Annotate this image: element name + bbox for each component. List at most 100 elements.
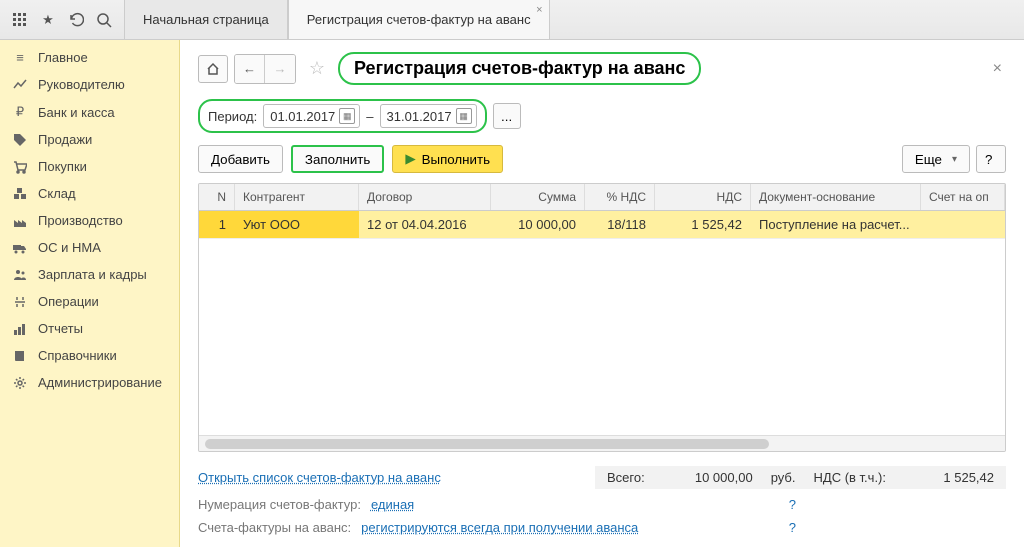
sidebar: ≡ Главное Руководителю ₽Банк и касса Прод… — [0, 40, 180, 547]
add-button[interactable]: Добавить — [198, 145, 283, 173]
col-vat[interactable]: НДС — [655, 184, 751, 210]
run-label: Выполнить — [422, 152, 490, 167]
star-icon[interactable]: ★ — [34, 6, 62, 34]
cell-sum: 10 000,00 — [491, 211, 585, 238]
page-title: Регистрация счетов-фактур на аванс — [338, 52, 701, 85]
col-n[interactable]: N — [199, 184, 235, 210]
sidebar-item-label: Главное — [38, 50, 88, 65]
totals-label: Всего: — [607, 470, 645, 485]
menu-icon: ≡ — [10, 50, 30, 65]
cell-n: 1 — [199, 211, 235, 238]
content: ← → ☆ Регистрация счетов-фактур на аванс… — [180, 40, 1024, 547]
sidebar-item-catalogs[interactable]: Справочники — [0, 342, 179, 369]
sidebar-item-purchases[interactable]: Покупки — [0, 153, 179, 180]
period-box: Период: 01.01.2017 ▦ – 31.01.2017 ▦ — [198, 99, 487, 133]
cell-basis-doc: Поступление на расчет... — [751, 211, 921, 238]
title-row: ← → ☆ Регистрация счетов-фактур на аванс… — [198, 52, 1006, 85]
sfa-link[interactable]: регистрируются всегда при получении аван… — [361, 520, 638, 535]
factory-icon — [10, 214, 30, 228]
apps-icon[interactable] — [6, 6, 34, 34]
more-label: Еще — [915, 152, 942, 167]
h-scrollbar[interactable] — [199, 435, 1005, 451]
fill-button[interactable]: Заполнить — [291, 145, 384, 173]
open-list-link[interactable]: Открыть список счетов-фактур на аванс — [198, 470, 441, 485]
sidebar-item-label: Руководителю — [38, 77, 125, 92]
col-vat-pct[interactable]: % НДС — [585, 184, 655, 210]
sidebar-item-label: Банк и касса — [38, 105, 115, 120]
sidebar-item-salary[interactable]: Зарплата и кадры — [0, 261, 179, 288]
col-sum[interactable]: Сумма — [491, 184, 585, 210]
totals-nds-label: НДС (в т.ч.): — [814, 470, 887, 485]
run-button[interactable]: ▶Выполнить — [392, 145, 503, 173]
cell-invoice — [921, 211, 1005, 238]
forward-button[interactable]: → — [265, 55, 295, 83]
sidebar-item-bank[interactable]: ₽Банк и касса — [0, 98, 179, 126]
ops-icon — [10, 295, 30, 309]
sidebar-item-label: Справочники — [38, 348, 117, 363]
numbering-link[interactable]: единая — [371, 497, 414, 512]
col-invoice[interactable]: Счет на оп — [921, 184, 1005, 210]
sidebar-item-admin[interactable]: Администрирование — [0, 369, 179, 396]
date-to-input[interactable]: 31.01.2017 ▦ — [380, 104, 477, 128]
top-bar: ★ Начальная страница Регистрация счетов-… — [0, 0, 1024, 40]
sidebar-item-label: Отчеты — [38, 321, 83, 336]
period-picker-button[interactable]: ... — [493, 103, 521, 129]
history-icon[interactable] — [62, 6, 90, 34]
sidebar-item-main[interactable]: ≡ Главное — [0, 44, 179, 71]
action-row: Добавить Заполнить ▶Выполнить Еще ? — [198, 145, 1006, 173]
cart-icon — [10, 160, 30, 174]
tab-home-label: Начальная страница — [143, 12, 269, 27]
sfa-label: Счета-фактуры на аванс: — [198, 520, 351, 535]
help-link-icon[interactable]: ? — [789, 520, 796, 535]
top-system-icons: ★ — [0, 0, 124, 39]
sidebar-item-warehouse[interactable]: Склад — [0, 180, 179, 207]
table-row[interactable]: 1 Уют ООО 12 от 04.04.2016 10 000,00 18/… — [199, 211, 1005, 239]
date-from-input[interactable]: 01.01.2017 ▦ — [263, 104, 360, 128]
period-dash: – — [366, 109, 373, 124]
sidebar-item-label: Продажи — [38, 132, 92, 147]
tabs: Начальная страница Регистрация счетов-фа… — [124, 0, 550, 39]
tab-home[interactable]: Начальная страница — [124, 0, 288, 39]
close-page-icon[interactable]: × — [989, 60, 1006, 78]
help-link-icon[interactable]: ? — [789, 497, 796, 512]
sidebar-item-sales[interactable]: Продажи — [0, 126, 179, 153]
tab-active-label: Регистрация счетов-фактур на аванс — [307, 12, 531, 27]
close-icon[interactable]: × — [536, 4, 542, 16]
table: N Контрагент Договор Сумма % НДС НДС Док… — [198, 183, 1006, 452]
help-label: ? — [985, 152, 992, 167]
totals-sum: 10 000,00 — [663, 470, 753, 485]
totals-box: Всего: 10 000,00 руб. НДС (в т.ч.): 1 52… — [595, 466, 1006, 489]
favorite-star-icon[interactable]: ☆ — [302, 55, 332, 83]
table-body: 1 Уют ООО 12 от 04.04.2016 10 000,00 18/… — [199, 211, 1005, 435]
sidebar-item-assets[interactable]: ОС и НМА — [0, 234, 179, 261]
date-to-value: 31.01.2017 — [387, 109, 452, 124]
sidebar-item-production[interactable]: Производство — [0, 207, 179, 234]
bars-icon — [10, 322, 30, 336]
footer: Открыть список счетов-фактур на аванс Вс… — [198, 452, 1006, 539]
sidebar-item-manager[interactable]: Руководителю — [0, 71, 179, 98]
sidebar-item-label: Производство — [38, 213, 123, 228]
cell-contract: 12 от 04.04.2016 — [359, 211, 491, 238]
search-icon[interactable] — [90, 6, 118, 34]
help-button[interactable]: ? — [976, 145, 1006, 173]
period-row: Период: 01.01.2017 ▦ – 31.01.2017 ▦ ... — [198, 99, 1006, 133]
more-button[interactable]: Еще — [902, 145, 970, 173]
home-button[interactable] — [198, 55, 228, 83]
back-button[interactable]: ← — [235, 55, 265, 83]
totals-currency: руб. — [771, 470, 796, 485]
col-basis-doc[interactable]: Документ-основание — [751, 184, 921, 210]
add-label: Добавить — [211, 152, 270, 167]
sidebar-item-label: Покупки — [38, 159, 87, 174]
sidebar-item-reports[interactable]: Отчеты — [0, 315, 179, 342]
tab-active[interactable]: Регистрация счетов-фактур на аванс × — [288, 0, 550, 39]
book-icon — [10, 349, 30, 363]
sidebar-item-label: ОС и НМА — [38, 240, 101, 255]
calendar-icon[interactable]: ▦ — [339, 108, 355, 124]
col-counterparty[interactable]: Контрагент — [235, 184, 359, 210]
period-label: Период: — [208, 109, 257, 124]
col-contract[interactable]: Договор — [359, 184, 491, 210]
chart-icon — [10, 78, 30, 92]
scroll-thumb[interactable] — [205, 439, 769, 449]
sidebar-item-operations[interactable]: Операции — [0, 288, 179, 315]
calendar-icon[interactable]: ▦ — [456, 108, 472, 124]
